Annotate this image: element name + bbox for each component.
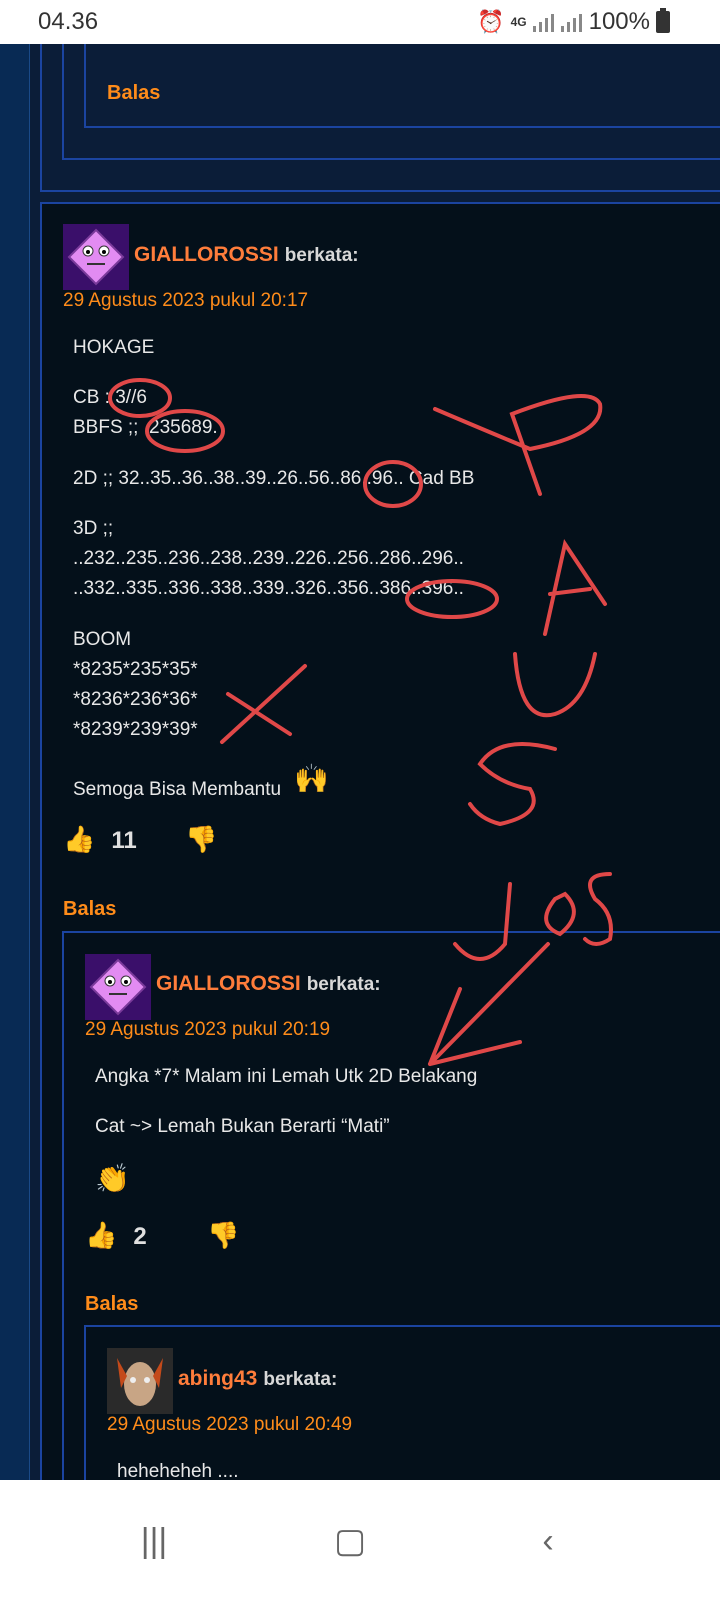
comment-date[interactable]: 29 Agustus 2023 pukul 20:49 xyxy=(107,1414,352,1436)
prev-nested-frame xyxy=(84,44,720,128)
vote-bar: 👍 2 👎 xyxy=(85,1220,239,1251)
diamond-avatar-icon xyxy=(67,228,125,286)
berkata-label: berkata: xyxy=(284,245,359,266)
signal-icon xyxy=(532,12,555,32)
berkata-label: berkata: xyxy=(263,1369,338,1390)
comment-text-line: *8236*236*36* xyxy=(73,689,198,710)
author-name[interactable]: GIALLOROSSI xyxy=(134,243,279,266)
battery-percent: 100% xyxy=(588,8,650,35)
system-navigation-bar: ||| ▢ ‹ xyxy=(0,1480,720,1600)
alarm-icon: ⏰ xyxy=(477,9,505,34)
battery-icon xyxy=(656,8,670,33)
comment-text-line: HOKAGE xyxy=(73,337,155,358)
comment-author[interactable]: GIALLOROSSI berkata: xyxy=(134,243,359,267)
user-photo-icon xyxy=(107,1348,173,1414)
thumbs-down-icon[interactable]: 👎 xyxy=(185,824,217,855)
back-icon[interactable]: ‹ xyxy=(518,1516,578,1566)
comment-text-line: Angka *7* Malam ini Lemah Utk 2D Belakan… xyxy=(95,1066,478,1087)
comment-author[interactable]: GIALLOROSSI berkata: xyxy=(156,972,381,996)
diamond-avatar-icon xyxy=(89,958,147,1016)
clapping-emoji-icon: 👏 xyxy=(95,1163,130,1194)
comment-text-line: *8235*235*35* xyxy=(73,659,198,680)
comment-text-line: BOOM xyxy=(73,629,132,650)
comment-text-line: 2D ;; 32..35..36..38..39..26..56..86..96… xyxy=(73,468,475,489)
signal-icon xyxy=(560,12,583,32)
reply-link[interactable]: Balas xyxy=(63,898,116,921)
reply-link[interactable]: Balas xyxy=(85,1293,138,1316)
comment-date[interactable]: 29 Agustus 2023 pukul 20:17 xyxy=(63,290,308,312)
comment-text-line: ..332..335..336..338..339..326..356..386… xyxy=(73,578,464,599)
status-bar: 04.36 ⏰ 4G 100% xyxy=(0,0,720,44)
comment-text-line: Cat ~> Lemah Bukan Berarti “Mati” xyxy=(95,1116,390,1137)
praying-emoji-icon: 🙌 xyxy=(294,763,329,794)
comment-date[interactable]: 29 Agustus 2023 pukul 20:19 xyxy=(85,1019,330,1041)
like-count: 11 xyxy=(111,827,137,854)
comment-text-line: heheheheh .... xyxy=(117,1461,239,1480)
status-icons: ⏰ 4G 100% xyxy=(477,8,670,36)
comment-text-line: CB : 3//6 xyxy=(73,387,147,408)
left-border xyxy=(0,44,30,1480)
comment-author[interactable]: abing43 berkata: xyxy=(178,1367,337,1391)
network-label: 4G xyxy=(510,15,527,29)
clock: 04.36 xyxy=(38,8,99,35)
thumbs-up-icon[interactable]: 👍 xyxy=(63,824,95,854)
reply-link[interactable]: Balas xyxy=(107,82,160,105)
avatar xyxy=(85,954,151,1020)
berkata-label: berkata: xyxy=(306,974,381,995)
comment-text-line: ..232..235..236..238..239..226..256..286… xyxy=(73,548,464,569)
recent-apps-icon[interactable]: ||| xyxy=(124,1516,184,1566)
comment-text-line: 3D ;; xyxy=(73,518,114,539)
thumbs-up-icon[interactable]: 👍 xyxy=(85,1220,117,1250)
avatar xyxy=(107,1348,173,1414)
thumbs-down-icon[interactable]: 👎 xyxy=(207,1220,239,1251)
comment-text-line: BBFS ;; .235689. xyxy=(73,417,218,438)
home-icon[interactable]: ▢ xyxy=(320,1516,380,1566)
comments-page: Balas GIALLOROSSI berkata: 29 Agustus 202… xyxy=(0,44,720,1480)
author-name[interactable]: GIALLOROSSI xyxy=(156,972,301,995)
author-name[interactable]: abing43 xyxy=(178,1367,257,1390)
comment-text-line: Semoga Bisa Membantu xyxy=(73,779,282,800)
like-count: 2 xyxy=(133,1223,147,1250)
avatar xyxy=(63,224,129,290)
comment-text-line: *8239*239*39* xyxy=(73,719,198,740)
vote-bar: 👍 11 👎 xyxy=(63,824,217,855)
